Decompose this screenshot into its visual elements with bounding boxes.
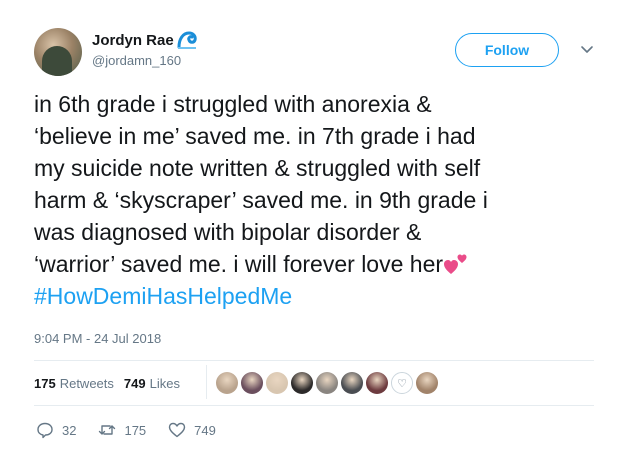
retweets-stat[interactable]: 175 Retweets bbox=[34, 376, 114, 391]
stats-separator bbox=[206, 365, 207, 399]
chevron-down-icon[interactable] bbox=[580, 42, 594, 56]
divider bbox=[34, 405, 594, 406]
retweets-count: 175 bbox=[34, 375, 56, 391]
tweet-text: in 6th grade i struggled with anorexia &… bbox=[34, 88, 594, 312]
follow-button[interactable]: Follow bbox=[455, 33, 559, 67]
retweet-icon bbox=[99, 425, 116, 435]
user-handle[interactable]: @jordamn_160 bbox=[92, 53, 181, 68]
reply-count: 32 bbox=[62, 422, 77, 438]
likes-label: Likes bbox=[149, 375, 180, 391]
water-wave-icon bbox=[177, 31, 197, 49]
avatar[interactable] bbox=[34, 28, 82, 76]
likes-count: 749 bbox=[123, 375, 146, 391]
tweet-line: ‘believe in me’ saved me. in 7th grade i… bbox=[34, 123, 476, 149]
liker-avatar[interactable] bbox=[266, 372, 288, 394]
liker-avatar[interactable] bbox=[366, 372, 388, 394]
like-button[interactable]: 749 bbox=[168, 421, 216, 439]
reply-button[interactable]: 32 bbox=[36, 421, 76, 439]
retweet-count: 175 bbox=[124, 422, 147, 438]
liker-avatar[interactable] bbox=[216, 372, 238, 394]
tweet-timestamp[interactable]: 9:04 PM - 24 Jul 2018 bbox=[34, 331, 161, 346]
tweet-line: ‘warrior’ saved me. i will forever love … bbox=[34, 251, 444, 277]
tweet-actions: 32 175 749 bbox=[36, 421, 238, 439]
tweet-line: harm & ‘skyscraper’ saved me. in 9th gra… bbox=[34, 187, 488, 213]
hashtag-link[interactable]: #HowDemiHasHelpedMe bbox=[34, 280, 594, 312]
liker-avatars: ♡ bbox=[216, 372, 438, 394]
liker-avatar[interactable] bbox=[341, 372, 363, 394]
liker-avatar[interactable] bbox=[316, 372, 338, 394]
liker-avatar[interactable] bbox=[291, 372, 313, 394]
like-count: 749 bbox=[194, 422, 216, 438]
two-hearts-icon bbox=[444, 254, 467, 274]
liker-avatar[interactable]: ♡ bbox=[391, 372, 413, 394]
divider bbox=[34, 360, 594, 361]
liker-avatar[interactable] bbox=[241, 372, 263, 394]
tweet-line: was diagnosed with bipolar disorder & bbox=[34, 219, 422, 245]
liker-avatar[interactable] bbox=[416, 372, 438, 394]
tweet-line-with-emoji: ‘warrior’ saved me. i will forever love … bbox=[34, 248, 594, 280]
user-display-name-row[interactable]: Jordyn Rae bbox=[92, 31, 197, 49]
tweet-line: my suicide note written & struggled with… bbox=[34, 155, 481, 181]
retweets-label: Retweets bbox=[59, 375, 114, 391]
display-name[interactable]: Jordyn Rae bbox=[92, 32, 174, 49]
tweet-line: in 6th grade i struggled with anorexia & bbox=[34, 91, 432, 117]
tweet-stats: 175 Retweets 749 Likes bbox=[34, 371, 190, 395]
likes-stat[interactable]: 749 Likes bbox=[124, 376, 180, 391]
heart-icon bbox=[168, 422, 186, 438]
retweet-button[interactable]: 175 bbox=[98, 421, 146, 439]
reply-icon bbox=[37, 422, 53, 439]
